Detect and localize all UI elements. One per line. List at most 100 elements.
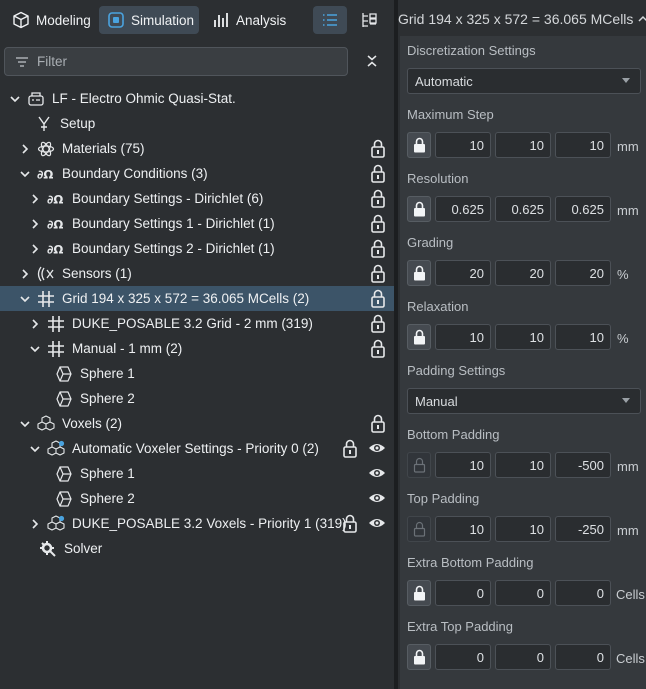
tree-item[interactable]: Voxels (2) — [0, 411, 394, 436]
filter-input[interactable]: Filter — [4, 47, 348, 76]
bottom-padding-lock-button[interactable] — [407, 452, 431, 478]
tree-item[interactable]: Manual - 1 mm (2) — [0, 336, 394, 361]
tree-item[interactable]: ∂Ω Boundary Conditions (3) — [0, 161, 394, 186]
lock-icon[interactable] — [370, 139, 386, 158]
lock-icon[interactable] — [342, 514, 358, 533]
tree-item[interactable]: ∂Ω Boundary Settings 1 - Dirichlet (1) — [0, 211, 394, 236]
tree-item[interactable]: DUKE_POSABLE 3.2 Grid - 2 mm (319) — [0, 311, 394, 336]
tree-item[interactable]: Automatic Voxeler Settings - Priority 0 … — [0, 436, 394, 461]
grading-x-input[interactable]: 20 — [435, 260, 491, 286]
resolution-x-input[interactable]: 0.625 — [435, 196, 491, 222]
tree-item-label: Sphere 2 — [80, 491, 135, 506]
tree-item[interactable]: LF - Electro Ohmic Quasi-Stat. — [0, 86, 394, 111]
lock-icon — [413, 137, 425, 153]
extra-top-padding-lock-button[interactable] — [407, 644, 431, 670]
discretization-select[interactable]: Automatic — [407, 68, 641, 94]
extra-top-z-input[interactable]: 0 — [555, 644, 611, 670]
eye-icon[interactable] — [368, 465, 386, 481]
grading-z-input[interactable]: 20 — [555, 260, 611, 286]
max-step-x-input[interactable]: 10 — [435, 132, 491, 158]
chevron-down-icon[interactable] — [18, 417, 32, 431]
tab-analysis[interactable]: Analysis — [204, 6, 294, 34]
max-step-y-input[interactable]: 10 — [495, 132, 551, 158]
extra-bottom-y-input[interactable]: 0 — [495, 580, 551, 606]
chevron-right-icon[interactable] — [28, 242, 42, 256]
resolution-lock-button[interactable] — [407, 196, 431, 222]
lock-icon[interactable] — [370, 189, 386, 208]
max-step-z-input[interactable]: 10 — [555, 132, 611, 158]
relaxation-z-input[interactable]: 10 — [555, 324, 611, 350]
tree-item-label: Automatic Voxeler Settings - Priority 0 … — [72, 441, 319, 456]
max-step-unit: mm — [617, 139, 639, 154]
grading-lock-button[interactable] — [407, 260, 431, 286]
lock-icon[interactable] — [370, 214, 386, 233]
resolution-z-input[interactable]: 0.625 — [555, 196, 611, 222]
extra-bottom-padding-lock-button[interactable] — [407, 580, 431, 606]
lock-icon[interactable] — [370, 289, 386, 308]
padding-settings-select[interactable]: Manual — [407, 388, 641, 414]
chevron-up-icon[interactable] — [637, 13, 646, 25]
lock-icon[interactable] — [370, 239, 386, 258]
chevron-right-icon[interactable] — [28, 217, 42, 231]
collapse-all-button[interactable] — [362, 50, 382, 72]
chevron-right-icon[interactable] — [28, 517, 42, 531]
top-padding-x-input[interactable]: 10 — [435, 516, 491, 542]
chevron-right-icon[interactable] — [18, 142, 32, 156]
tree-item[interactable]: ∂Ω Boundary Settings 2 - Dirichlet (1) — [0, 236, 394, 261]
eye-icon[interactable] — [368, 490, 386, 506]
tree-item-selected[interactable]: Grid 194 x 325 x 572 = 36.065 MCells (2) — [0, 286, 394, 311]
chevron-right-icon[interactable] — [28, 192, 42, 206]
max-step-lock-button[interactable] — [407, 132, 431, 158]
relaxation-y-input[interactable]: 10 — [495, 324, 551, 350]
lock-icon[interactable] — [370, 164, 386, 183]
chevron-down-icon[interactable] — [18, 292, 32, 306]
bottom-padding-y-input[interactable]: 10 — [495, 452, 551, 478]
lock-icon[interactable] — [370, 314, 386, 333]
relaxation-lock-button[interactable] — [407, 324, 431, 350]
relaxation-x-input[interactable]: 10 — [435, 324, 491, 350]
resolution-y-input[interactable]: 0.625 — [495, 196, 551, 222]
chevron-down-icon[interactable] — [18, 167, 32, 181]
tree-item[interactable]: Sensors (1) — [0, 261, 394, 286]
chevron-down-icon[interactable] — [8, 92, 22, 106]
extra-bottom-unit: Cells — [616, 587, 645, 602]
bottom-padding-label: Bottom Padding — [407, 427, 500, 442]
tree-item[interactable]: Sphere 1 — [0, 361, 394, 386]
extra-top-x-input[interactable]: 0 — [435, 644, 491, 670]
chevron-right-icon[interactable] — [28, 317, 42, 331]
chevron-right-icon[interactable] — [18, 267, 32, 281]
properties-header[interactable]: Grid 194 x 325 x 572 = 36.065 MCells — [398, 0, 646, 38]
tree-item[interactable]: Sphere 1 — [0, 461, 394, 486]
bottom-padding-z-input[interactable]: -500 — [555, 452, 611, 478]
chevron-down-icon[interactable] — [28, 342, 42, 356]
tab-modeling[interactable]: Modeling — [4, 6, 99, 34]
tree-item[interactable]: Solver — [0, 536, 394, 561]
top-padding-lock-button[interactable] — [407, 516, 431, 542]
sphere-icon — [54, 365, 74, 383]
tree-item[interactable]: Sphere 2 — [0, 486, 394, 511]
chevron-down-icon[interactable] — [28, 442, 42, 456]
lock-icon[interactable] — [370, 339, 386, 358]
boundary-icon: ∂Ω — [46, 215, 66, 233]
tree-item[interactable]: ∂Ω Boundary Settings - Dirichlet (6) — [0, 186, 394, 211]
eye-icon[interactable] — [368, 515, 386, 531]
tree-item[interactable]: Materials (75) — [0, 136, 394, 161]
lock-icon[interactable] — [342, 439, 358, 458]
tree-item[interactable]: Setup — [0, 111, 394, 136]
tree-item[interactable]: Sphere 2 — [0, 386, 394, 411]
bottom-padding-x-input[interactable]: 10 — [435, 452, 491, 478]
lock-icon[interactable] — [370, 414, 386, 433]
relaxation-unit: % — [617, 331, 629, 346]
extra-top-y-input[interactable]: 0 — [495, 644, 551, 670]
top-padding-y-input[interactable]: 10 — [495, 516, 551, 542]
lock-icon[interactable] — [370, 264, 386, 283]
eye-icon[interactable] — [368, 440, 386, 456]
tree-item[interactable]: DUKE_POSABLE 3.2 Voxels - Priority 1 (31… — [0, 511, 394, 536]
extra-bottom-x-input[interactable]: 0 — [435, 580, 491, 606]
tree-view-button[interactable] — [352, 6, 386, 34]
tab-simulation[interactable]: Simulation — [99, 6, 199, 34]
extra-bottom-z-input[interactable]: 0 — [555, 580, 611, 606]
top-padding-z-input[interactable]: -250 — [555, 516, 611, 542]
grading-y-input[interactable]: 20 — [495, 260, 551, 286]
list-view-button[interactable] — [313, 6, 347, 34]
